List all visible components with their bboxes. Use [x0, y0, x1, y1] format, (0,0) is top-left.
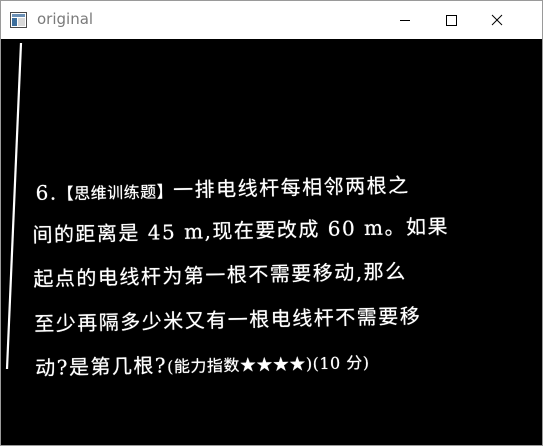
minimize-icon — [400, 20, 410, 21]
minimize-button[interactable] — [382, 1, 428, 39]
problem-line-5-text: 动?是第几根? — [34, 353, 168, 380]
problem-line-3: 起点的电线杆为第一根不需要移动,那么 — [33, 259, 407, 291]
maximize-button[interactable] — [428, 1, 474, 39]
problem-number: 6. — [35, 180, 58, 205]
close-icon — [491, 14, 503, 26]
problem-text: 6.【思维训练题】一排电线杆每相邻两根之 间的距离是 45 m,现在要改成 60… — [31, 157, 491, 380]
problem-line-4: 至少再隔多少米又有一根电线杆不需要移 — [34, 303, 422, 336]
problem-tag: 【思维训练题】 — [57, 182, 174, 204]
problem-line-1-text: 一排电线杆每相邻两根之 — [172, 173, 410, 203]
title-bar[interactable]: original — [1, 1, 542, 39]
problem-line-5: 动?是第几根?(能力指数★★★★)(10 分) — [35, 345, 370, 381]
app-icon — [10, 12, 27, 28]
app-window: original 6.【思维训练题】一排电线杆每相邻两根之 间的距离是 45 m… — [0, 0, 543, 446]
window-title: original — [37, 10, 94, 28]
close-button[interactable] — [474, 1, 520, 39]
problem-line-1: 6.【思维训练题】一排电线杆每相邻两根之 — [35, 169, 410, 206]
problem-difficulty: (能力指数★★★★)(10 分) — [166, 352, 370, 377]
image-canvas: 6.【思维训练题】一排电线杆每相邻两根之 间的距离是 45 m,现在要改成 60… — [1, 39, 542, 445]
maximize-icon — [446, 15, 457, 26]
problem-line-2: 间的距离是 45 m,现在要改成 60 m。如果 — [32, 214, 450, 247]
